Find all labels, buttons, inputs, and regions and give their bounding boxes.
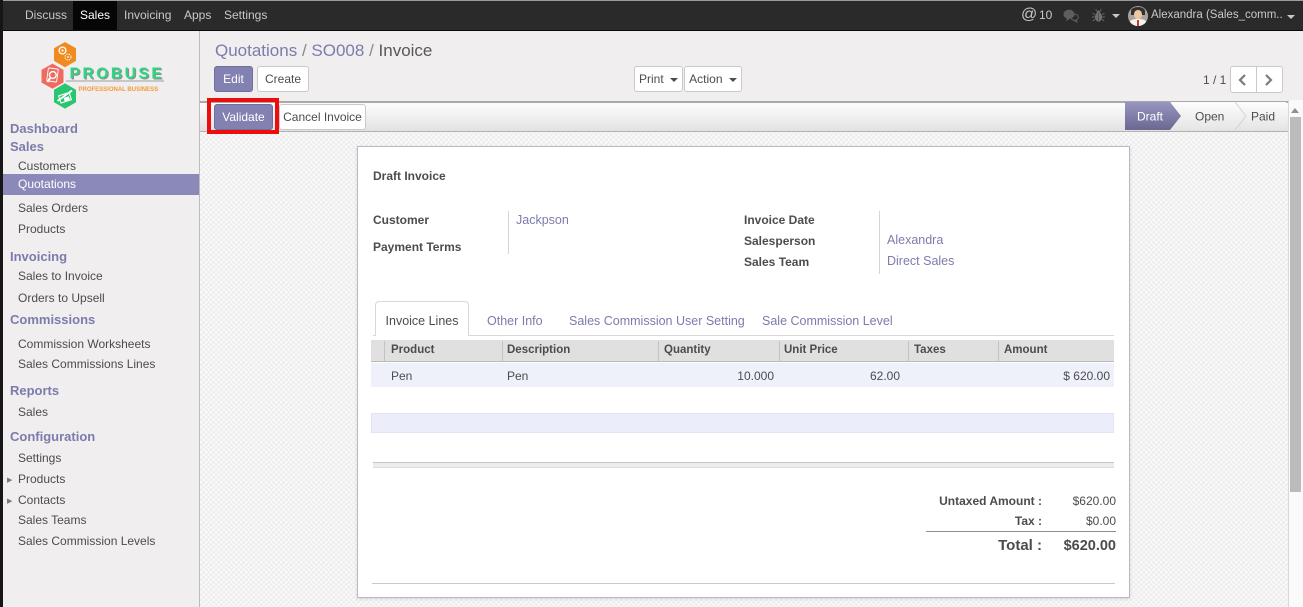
svg-text:Draft: Draft [1137, 110, 1164, 124]
svg-text:PROFESSIONAL BUSINESS: PROFESSIONAL BUSINESS [79, 87, 159, 93]
svg-text:Paid: Paid [1251, 110, 1275, 124]
svg-text:Open: Open [1195, 110, 1224, 124]
svg-text:PROBUSE: PROBUSE [70, 66, 165, 83]
